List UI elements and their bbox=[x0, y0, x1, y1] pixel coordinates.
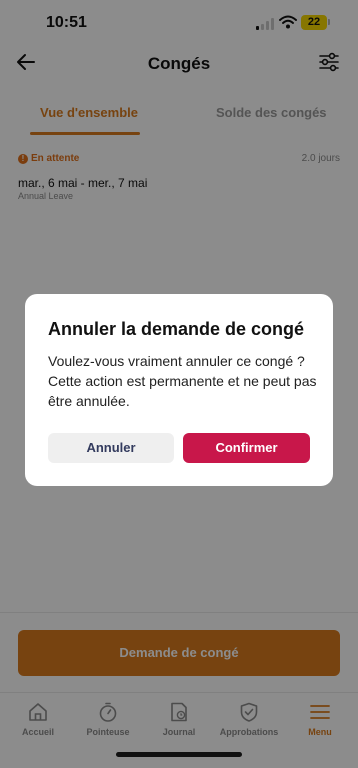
confirm-button[interactable]: Confirmer bbox=[183, 433, 310, 463]
phone-screen: 10:51 22 Congés Vue d'ensemble Solde des… bbox=[0, 0, 358, 768]
cancel-leave-dialog: Annuler la demande de congé Voulez-vous … bbox=[25, 294, 333, 486]
dialog-message: Voulez-vous vraiment annuler ce congé ? … bbox=[48, 353, 317, 409]
cancel-button[interactable]: Annuler bbox=[48, 433, 174, 463]
dialog-title: Annuler la demande de congé bbox=[48, 319, 305, 339]
home-indicator bbox=[116, 752, 242, 757]
